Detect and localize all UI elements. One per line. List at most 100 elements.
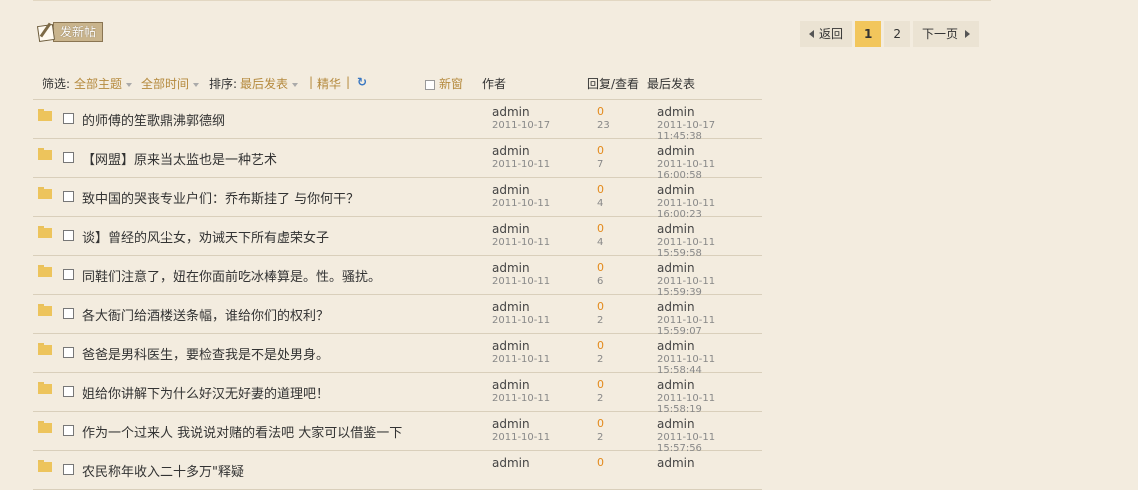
thread-author[interactable]: admin (492, 300, 530, 314)
row-checkbox[interactable] (63, 113, 74, 124)
new-window-toggle[interactable]: 新窗 (425, 75, 463, 92)
thread-list: 的师傅的笙歌鼎沸郭德纲 admin 2011-10-17 0 23 admin … (33, 100, 762, 490)
view-count: 2 (597, 354, 604, 365)
last-post-user[interactable]: admin (657, 417, 695, 431)
row-checkbox[interactable] (63, 152, 74, 163)
thread-title[interactable]: 爸爸是男科医生，要检查我是不是处男身。 (82, 344, 329, 363)
thread-date: 2011-10-11 (492, 237, 551, 248)
thread-title[interactable]: 致中国的哭丧专业户们：乔布斯挂了 与你何干？ (82, 188, 359, 207)
new-post-button[interactable]: 发新帖 (35, 21, 107, 43)
view-count: 2 (597, 315, 604, 326)
caret-down-icon (126, 82, 133, 87)
row-checkbox[interactable] (63, 191, 74, 202)
separator: | (346, 75, 351, 89)
last-post-user[interactable]: admin (657, 300, 695, 314)
folder-icon (38, 187, 52, 199)
reply-count: 0 (597, 378, 604, 391)
thread-date: 2011-10-11 (492, 315, 551, 326)
thread-author[interactable]: admin (492, 456, 530, 470)
last-post-user[interactable]: admin (657, 456, 695, 470)
back-button[interactable]: 返回 (800, 21, 853, 47)
checkbox-icon (425, 79, 435, 90)
thread-author[interactable]: admin (492, 183, 530, 197)
row-checkbox[interactable] (63, 425, 74, 436)
reply-count: 0 (597, 339, 604, 352)
folder-icon (38, 148, 52, 160)
caret-down-icon (193, 82, 200, 87)
filter-all-time[interactable]: 全部时间 (141, 75, 200, 92)
view-count: 2 (597, 432, 604, 443)
table-row: 爸爸是男科医生，要检查我是不是处男身。 admin 2011-10-11 0 2… (33, 334, 762, 376)
row-checkbox[interactable] (63, 308, 74, 319)
thread-date: 2011-10-17 (492, 120, 551, 131)
filter-all-topics[interactable]: 全部主题 (74, 75, 133, 92)
filter-bar: 筛选: 全部主题 全部时间 排序: 最后发表 | 精华 | ↻ 新窗 作者 回复… (33, 70, 762, 100)
last-post-user[interactable]: admin (657, 144, 695, 158)
thread-author[interactable]: admin (492, 378, 530, 392)
page-2[interactable]: 2 (884, 21, 911, 47)
thread-author[interactable]: admin (492, 417, 530, 431)
folder-icon (38, 343, 52, 355)
reply-count: 0 (597, 261, 604, 274)
triangle-left-icon (809, 30, 814, 38)
thread-title[interactable]: 同鞋们注意了，妞在你面前吃冰棒算是。性。骚扰。 (82, 266, 381, 285)
top-divider (33, 0, 991, 1)
thread-title[interactable]: 谈】曾经的风尘女，劝诫天下所有虚荣女子 (82, 227, 329, 246)
row-checkbox[interactable] (63, 464, 74, 475)
thread-date: 2011-10-11 (492, 393, 551, 404)
separator: | (309, 75, 314, 89)
page-1[interactable]: 1 (855, 21, 882, 47)
column-reply-view: 回复/查看 (587, 77, 640, 91)
row-checkbox[interactable] (63, 386, 74, 397)
table-row: 姐给你讲解下为什么好汉无好妻的道理吧！ admin 2011-10-11 0 2… (33, 373, 762, 415)
last-post-user[interactable]: admin (657, 222, 695, 236)
thread-title[interactable]: 各大衙门给酒楼送条幅，谁给你们的权利？ (82, 305, 329, 324)
thread-author[interactable]: admin (492, 261, 530, 275)
thread-date: 2011-10-11 (492, 432, 551, 443)
view-count: 4 (597, 237, 604, 248)
last-post-user[interactable]: admin (657, 261, 695, 275)
thread-date: 2011-10-11 (492, 198, 551, 209)
table-row: 谈】曾经的风尘女，劝诫天下所有虚荣女子 admin 2011-10-11 0 4… (33, 217, 762, 259)
thread-title[interactable]: 作为一个过来人 我说说对赌的看法吧 大家可以借鉴一下 (82, 422, 402, 441)
thread-date: 2011-10-11 (492, 159, 551, 170)
caret-down-icon (292, 82, 299, 87)
thread-author[interactable]: admin (492, 222, 530, 236)
last-post-user[interactable]: admin (657, 183, 695, 197)
thread-author[interactable]: admin (492, 339, 530, 353)
digest-link[interactable]: 精华 (317, 75, 341, 92)
thread-title[interactable]: 的师傅的笙歌鼎沸郭德纲 (82, 110, 225, 129)
reply-count: 0 (597, 105, 604, 118)
thread-title[interactable]: 农民称年收入二十多万"释疑 (82, 461, 244, 480)
row-checkbox[interactable] (63, 347, 74, 358)
row-checkbox[interactable] (63, 230, 74, 241)
folder-icon (38, 382, 52, 394)
filter-label: 筛选: (42, 77, 71, 91)
reply-count: 0 (597, 456, 604, 469)
last-post-user[interactable]: admin (657, 105, 695, 119)
folder-icon (38, 265, 52, 277)
row-checkbox[interactable] (63, 269, 74, 280)
table-row: 各大衙门给酒楼送条幅，谁给你们的权利？ admin 2011-10-11 0 2… (33, 295, 762, 337)
refresh-icon[interactable]: ↻ (357, 75, 367, 89)
folder-icon (38, 109, 52, 121)
table-row: 【网盟】原来当太监也是一种艺术 admin 2011-10-11 0 7 adm… (33, 139, 762, 181)
thread-title[interactable]: 姐给你讲解下为什么好汉无好妻的道理吧！ (82, 383, 329, 402)
sort-select[interactable]: 最后发表 (240, 75, 299, 92)
thread-author[interactable]: admin (492, 144, 530, 158)
reply-count: 0 (597, 300, 604, 313)
sort-label: 排序: (209, 77, 238, 91)
new-post-label: 发新帖 (53, 22, 104, 42)
thread-date: 2011-10-11 (492, 276, 551, 287)
folder-icon (38, 226, 52, 238)
last-post-user[interactable]: admin (657, 339, 695, 353)
reply-count: 0 (597, 144, 604, 157)
triangle-right-icon (965, 30, 971, 38)
reply-count: 0 (597, 222, 604, 235)
next-page-button[interactable]: 下一页 (913, 21, 980, 47)
last-post-user[interactable]: admin (657, 378, 695, 392)
thread-title[interactable]: 【网盟】原来当太监也是一种艺术 (82, 149, 277, 168)
folder-icon (38, 421, 52, 433)
view-count: 2 (597, 393, 604, 404)
thread-author[interactable]: admin (492, 105, 530, 119)
